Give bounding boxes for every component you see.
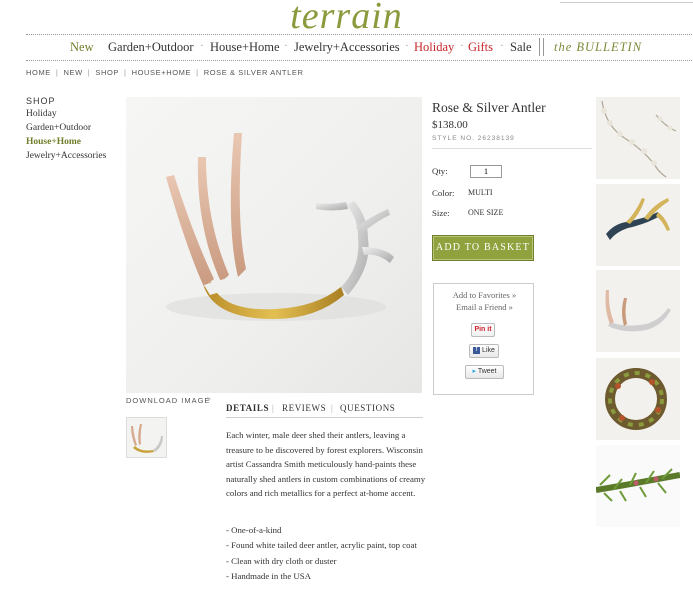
related-product-antler-silver[interactable] (596, 270, 680, 352)
feature-item: - Handmade in the USA (226, 571, 312, 582)
product-price: $138.00 (432, 119, 468, 131)
pin-it-button[interactable]: Pin it (471, 323, 495, 337)
sidebar-item-jewelry-accessories[interactable]: Jewelry+Accessories (26, 151, 106, 161)
download-arrow-icon[interactable]: » (207, 394, 211, 403)
wreath-illustration (605, 368, 667, 430)
nav-separator: · (284, 40, 288, 52)
nav-separator: · (500, 40, 504, 52)
color-value: MULTI (468, 188, 493, 197)
size-value: ONE SIZE (468, 208, 504, 217)
email-friend-link[interactable]: Email a Friend » (434, 302, 535, 312)
style-number: STYLE NO. 26238139 (432, 135, 515, 142)
nav-bottom-border (26, 60, 692, 61)
nav-item-sale[interactable]: Sale (510, 40, 532, 55)
feature-item: - One-of-a-kind (226, 525, 282, 535)
product-thumbnail[interactable] (126, 417, 167, 458)
like-label: Like (482, 347, 495, 354)
twitter-icon: ▸ (472, 368, 476, 375)
tab-separator: | (331, 403, 334, 413)
info-divider (432, 148, 592, 149)
nav-item-holiday[interactable]: Holiday (414, 40, 454, 55)
feature-item: - Found white tailed deer antler, acryli… (226, 540, 417, 551)
breadcrumb: HOME | NEW | SHOP | HOUSE+HOME | ROSE & SILVER A… (26, 68, 304, 77)
product-image[interactable] (126, 97, 422, 393)
silver-antler-illustration (605, 290, 671, 332)
product-title: Rose & Silver Antler (432, 100, 546, 115)
tweet-label: Tweet (477, 368, 497, 375)
nav-item-house-home[interactable]: House+Home (210, 40, 280, 55)
sidebar-item-house-home[interactable]: House+Home (26, 137, 81, 147)
qty-input[interactable] (470, 165, 502, 178)
product-tabs: DETAILS | REVIEWS | QUESTIONS (226, 403, 423, 417)
nav-item-jewelry-accessories[interactable]: Jewelry+Accessories (294, 40, 400, 55)
blue-antler-illustration (606, 198, 670, 240)
nav-item-garden-outdoor[interactable]: Garden+Outdoor (108, 40, 194, 55)
terrain-logo[interactable]: terrain (0, 0, 693, 38)
nav-separator: · (405, 40, 409, 52)
nav-item-gifts[interactable]: Gifts (468, 40, 493, 55)
tab-separator: | (272, 403, 275, 413)
breadcrumb-separator: | (87, 68, 91, 77)
nav-divider (539, 38, 544, 56)
related-product-wreath[interactable] (596, 358, 680, 440)
size-label: Size: (432, 208, 450, 218)
garland-illustration (595, 468, 681, 502)
qty-label: Qty: (432, 166, 448, 176)
add-to-basket-button[interactable]: ADD TO BASKET (432, 235, 534, 261)
sidebar-item-holiday[interactable]: Holiday (26, 109, 57, 119)
download-image-link[interactable]: DOWNLOAD IMAGE (126, 396, 210, 405)
feature-item: - Clean with dry cloth or duster (226, 555, 337, 566)
facebook-icon: f (473, 346, 481, 354)
main-nav: New Garden+Outdoor · House+Home · Jewelr… (26, 38, 692, 58)
breadcrumb-new[interactable]: NEW (63, 68, 82, 77)
related-product-antler-blue[interactable] (596, 184, 680, 266)
necklace-illustration (601, 100, 677, 178)
add-to-favorites-link[interactable]: Add to Favorites » (434, 290, 535, 300)
related-product-necklace[interactable] (596, 97, 680, 179)
nav-separator: · (200, 40, 204, 52)
tab-underline (226, 417, 423, 418)
nav-top-border (26, 34, 692, 35)
sidebar-item-garden-outdoor[interactable]: Garden+Outdoor (26, 123, 91, 133)
breadcrumb-home[interactable]: HOME (26, 68, 51, 77)
breadcrumb-separator: | (196, 68, 199, 77)
tab-details[interactable]: DETAILS (226, 403, 269, 413)
facebook-like-button[interactable]: f Like (469, 344, 499, 358)
nav-item-bulletin[interactable]: the BULLETIN (554, 40, 642, 55)
breadcrumb-current: ROSE & SILVER ANTLER (203, 68, 304, 77)
antler-illustration (166, 133, 394, 321)
tab-questions[interactable]: QUESTIONS (340, 403, 395, 413)
breadcrumb-shop[interactable]: SHOP (95, 68, 119, 77)
nav-separator: · (460, 40, 464, 52)
tweet-button[interactable]: ▸ Tweet (465, 365, 504, 379)
product-description: Each winter, male deer shed their antler… (226, 430, 426, 499)
product-features: - One-of-a-kind - Found white tailed dee… (226, 523, 426, 585)
breadcrumb-house-home[interactable]: HOUSE+HOME (132, 68, 192, 77)
related-product-garland[interactable] (595, 445, 681, 527)
breadcrumb-separator: | (124, 68, 127, 77)
sidebar-title: SHOP (26, 96, 56, 106)
nav-item-new[interactable]: New (70, 40, 94, 55)
color-label: Color: (432, 188, 455, 198)
tab-reviews[interactable]: REVIEWS (282, 403, 326, 413)
breadcrumb-separator: | (55, 68, 59, 77)
antler-thumb-illustration (131, 424, 163, 453)
